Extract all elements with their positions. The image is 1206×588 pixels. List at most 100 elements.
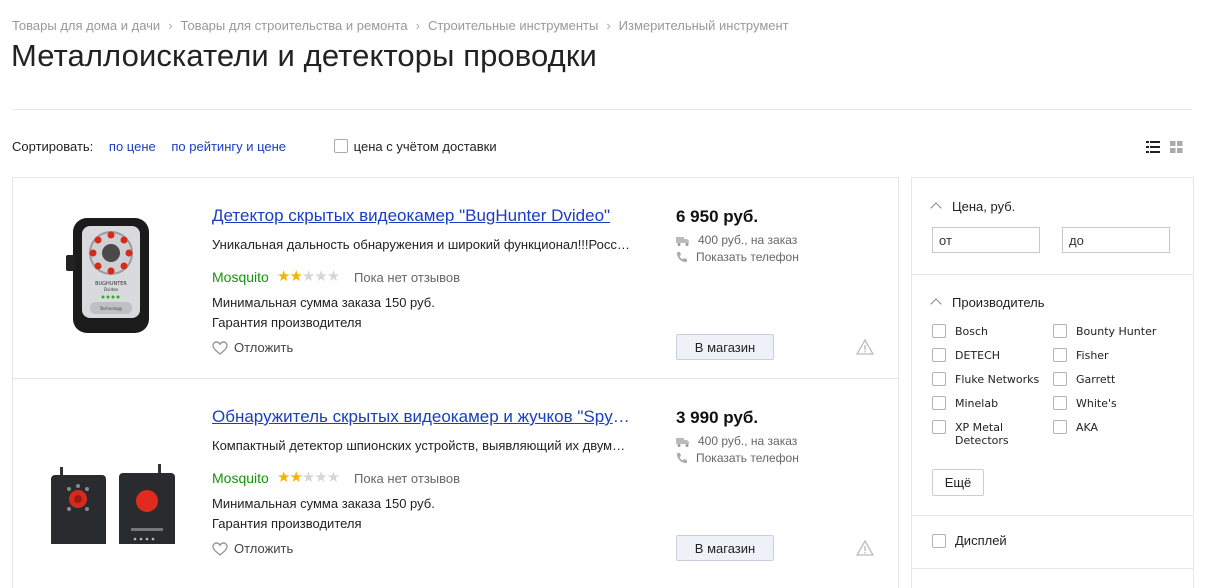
checkbox-box[interactable]	[932, 372, 946, 386]
price-filter-header[interactable]: Цена, руб.	[930, 199, 1016, 214]
manufacturer-filter-title: Производитель	[952, 295, 1045, 310]
checkbox-label: Garrett	[1076, 373, 1116, 386]
shop-link[interactable]: Mosquito	[212, 269, 269, 285]
shop-link[interactable]: Mosquito	[212, 470, 269, 486]
star-icon: ★★★	[301, 268, 340, 285]
price-filter-title: Цена, руб.	[952, 199, 1016, 214]
product-card: BUGHUNTER Dvideo Technology Детектор скр…	[13, 178, 898, 378]
checkbox-label: AKA	[1076, 421, 1099, 434]
price-filter: Цена, руб.	[912, 178, 1193, 275]
checkbox-label: XP Metal Detectors	[955, 421, 1009, 447]
checkbox-box[interactable]	[1053, 372, 1067, 386]
truck-icon	[676, 438, 689, 447]
min-order-text: Минимальная сумма заказа 150 руб.	[212, 496, 435, 511]
warranty-text: Гарантия производителя	[212, 516, 362, 531]
star-icon: ★★★	[301, 469, 340, 486]
breadcrumb-link[interactable]: Строительные инструменты	[428, 18, 598, 33]
checkbox-box[interactable]	[1053, 420, 1067, 434]
defer-label: Отложить	[234, 541, 294, 556]
report-warning-icon[interactable]	[855, 539, 875, 561]
product-image[interactable]	[43, 409, 183, 553]
delivery-info: 400 руб., на заказ	[676, 233, 797, 247]
show-phone-link[interactable]: Показать телефон	[676, 250, 799, 264]
breadcrumb-link[interactable]: Измерительный инструмент	[619, 18, 789, 33]
breadcrumb: Товары для дома и дачи › Товары для строит…	[12, 18, 789, 33]
star-icon: ★★	[277, 469, 303, 486]
product-list: BUGHUNTER Dvideo Technology Детектор скр…	[12, 177, 899, 588]
checkbox-box[interactable]	[932, 348, 946, 362]
product-card: Обнаружитель скрытых видеокамер и жучков…	[13, 378, 898, 579]
product-description: Уникальная дальность обнаружения и широк…	[212, 237, 632, 252]
report-warning-icon[interactable]	[855, 338, 875, 360]
checkbox-box[interactable]	[1053, 348, 1067, 362]
price-to-input[interactable]	[1062, 227, 1170, 253]
logo-text: Dvideo	[104, 287, 119, 292]
to-shop-button[interactable]: В магазин	[676, 334, 774, 360]
breadcrumb-link[interactable]: Товары для дома и дачи	[12, 18, 160, 33]
product-price: 6 950 руб.	[676, 207, 759, 226]
filters-panel: Цена, руб. Производитель Bosch DETECH Fl…	[911, 177, 1194, 588]
to-shop-button[interactable]: В магазин	[676, 535, 774, 561]
delivery-info: 400 руб., на заказ	[676, 434, 797, 448]
product-description: Компактный детектор шпионских устройств,…	[212, 438, 632, 453]
min-order-text: Минимальная сумма заказа 150 руб.	[212, 295, 435, 310]
manufacturer-filter: Производитель Bosch DETECH Fluke Network…	[912, 275, 1193, 516]
view-switcher	[1146, 140, 1189, 158]
phone-icon	[677, 453, 687, 463]
heart-icon	[212, 542, 228, 556]
star-icon: ★★	[277, 268, 303, 285]
breadcrumb-link[interactable]: Товары для строительства и ремонта	[181, 18, 408, 33]
checkbox-label: Fluke Networks	[955, 373, 1040, 386]
checkbox-box[interactable]	[1053, 324, 1067, 338]
checkbox-box[interactable]	[932, 420, 946, 434]
delivery-price-label[interactable]: цена с учётом доставки	[354, 139, 497, 154]
checkbox-label: White's	[1076, 397, 1117, 410]
checkbox-label: DETECH	[955, 349, 1001, 362]
checkbox-box[interactable]	[932, 534, 946, 548]
product-image[interactable]: BUGHUNTER Dvideo Technology	[43, 208, 183, 343]
more-manufacturers-button[interactable]: Ещё	[932, 469, 984, 496]
product-title-link[interactable]: Обнаружитель скрытых видеокамер и жучков…	[212, 407, 632, 427]
sort-by-rating-link[interactable]: по рейтингу и цене	[171, 139, 286, 154]
reviews-count: Пока нет отзывов	[354, 270, 461, 285]
chevron-up-icon	[930, 298, 942, 310]
checkbox-box[interactable]	[1053, 396, 1067, 410]
logo-text: Technology	[99, 306, 123, 311]
product-title-link[interactable]: Детектор скрытых видеокамер "BugHunter D…	[212, 206, 632, 226]
delivery-price-checkbox[interactable]	[333, 139, 348, 153]
rating-stars: ★★★★★	[277, 267, 340, 285]
checkbox-box[interactable]	[932, 324, 946, 338]
show-phone-label: Показать телефон	[696, 250, 799, 264]
manufacturer-filter-header[interactable]: Производитель	[930, 295, 1045, 310]
display-filter: Дисплей	[912, 516, 1193, 569]
list-view-icon[interactable]	[1146, 140, 1160, 158]
rating-stars: ★★★★★	[277, 468, 340, 486]
chevron-right-icon: ›	[606, 18, 611, 33]
checkbox-label: Fisher	[1076, 349, 1109, 362]
phone-icon	[677, 252, 687, 262]
product-price: 3 990 руб.	[676, 408, 759, 427]
divider	[12, 109, 1192, 110]
price-from-input[interactable]	[932, 227, 1040, 253]
checkbox-label: Bosch	[955, 325, 989, 338]
page-title: Металлоискатели и детекторы проводки	[11, 38, 597, 73]
defer-link[interactable]: Отложить	[212, 541, 293, 556]
checkbox-label: Minelab	[955, 397, 999, 410]
chevron-up-icon	[930, 202, 942, 214]
defer-link[interactable]: Отложить	[212, 340, 293, 355]
grid-view-icon[interactable]	[1170, 140, 1183, 158]
sort-by-price-link[interactable]: по цене	[109, 139, 156, 154]
checkbox-label: Bounty Hunter	[1076, 325, 1157, 338]
sort-bar: Сортировать: по цене по рейтингу и цене …	[12, 139, 497, 154]
checkbox-label: Дисплей	[955, 533, 1007, 548]
defer-label: Отложить	[234, 340, 294, 355]
heart-icon	[212, 341, 228, 355]
delivery-text: 400 руб., на заказ	[698, 233, 798, 247]
chevron-right-icon: ›	[168, 18, 173, 33]
checkbox-box[interactable]	[932, 396, 946, 410]
chevron-right-icon: ›	[415, 18, 420, 33]
show-phone-link[interactable]: Показать телефон	[676, 451, 799, 465]
reviews-count: Пока нет отзывов	[354, 471, 461, 486]
sort-label: Сортировать:	[12, 139, 94, 154]
truck-icon	[676, 237, 689, 246]
